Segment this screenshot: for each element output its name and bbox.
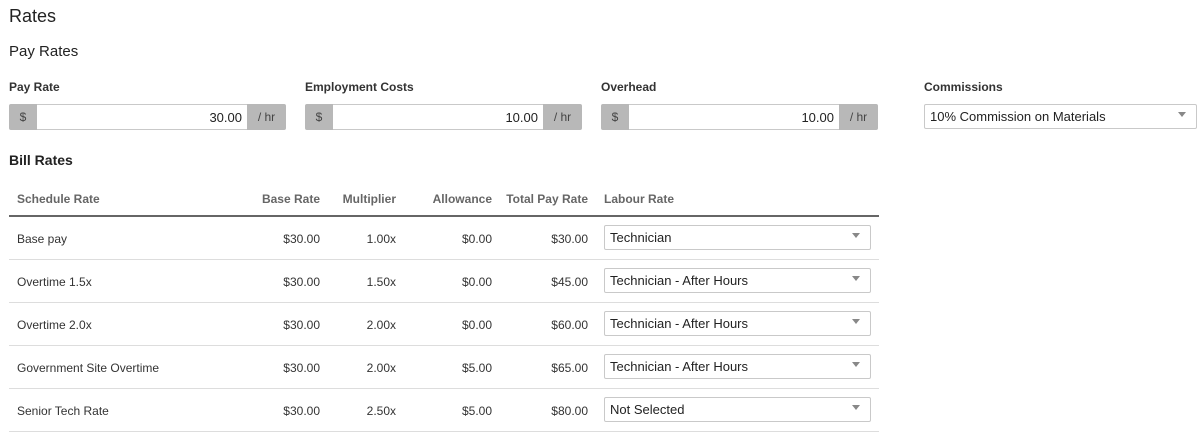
- chevron-down-icon: [852, 405, 860, 410]
- labour-rate-value: Technician - After Hours: [610, 273, 749, 288]
- multiplier-cell: 1.00x: [366, 232, 396, 246]
- employment-costs-input[interactable]: 10.00: [333, 104, 543, 130]
- chevron-down-icon: [852, 319, 860, 324]
- labour-rate-value: Technician - After Hours: [610, 316, 749, 331]
- per-hour-suffix: / hr: [839, 104, 878, 130]
- schedule-rate-cell: Overtime 1.5x: [17, 275, 92, 289]
- currency-prefix: $: [305, 104, 333, 130]
- overhead-label: Overhead: [601, 80, 657, 94]
- column-header-multiplier[interactable]: Multiplier: [343, 192, 396, 206]
- employment-costs-field: $ 10.00 / hr: [305, 104, 582, 130]
- chevron-down-icon: [852, 362, 860, 367]
- base-rate-cell: $30.00: [283, 232, 320, 246]
- overhead-input[interactable]: 10.00: [629, 104, 839, 130]
- currency-prefix: $: [9, 104, 37, 130]
- pay-rates-heading: Pay Rates: [9, 43, 79, 60]
- table-row: Overtime 2.0x $30.00 2.00x $0.00 $60.00 …: [9, 303, 879, 346]
- per-hour-suffix: / hr: [543, 104, 582, 130]
- chevron-down-icon: [1178, 112, 1186, 117]
- base-rate-cell: $30.00: [283, 404, 320, 418]
- allowance-cell: $5.00: [461, 361, 492, 375]
- commissions-selected-value: 10% Commission on Materials: [930, 109, 1106, 124]
- column-header-allowance[interactable]: Allowance: [433, 192, 492, 206]
- allowance-cell: $0.00: [461, 275, 492, 289]
- pay-rate-field: $ 30.00 / hr: [9, 104, 286, 130]
- schedule-rate-cell: Overtime 2.0x: [17, 318, 92, 332]
- table-row: Senior Tech Rate $30.00 2.50x $5.00 $80.…: [9, 389, 879, 432]
- table-row: Overtime 1.5x $30.00 1.50x $0.00 $45.00 …: [9, 260, 879, 303]
- base-rate-cell: $30.00: [283, 361, 320, 375]
- multiplier-cell: 2.50x: [366, 404, 396, 418]
- labour-rate-select[interactable]: Not Selected: [604, 397, 871, 422]
- employment-costs-label: Employment Costs: [305, 80, 414, 94]
- total-pay-rate-cell: $30.00: [551, 232, 588, 246]
- column-header-labour-rate[interactable]: Labour Rate: [604, 192, 674, 206]
- allowance-cell: $0.00: [461, 318, 492, 332]
- currency-prefix: $: [601, 104, 629, 130]
- table-row: Base pay $30.00 1.00x $0.00 $30.00 Techn…: [9, 217, 879, 260]
- labour-rate-select[interactable]: Technician: [604, 225, 871, 250]
- schedule-rate-cell: Senior Tech Rate: [17, 404, 109, 418]
- allowance-cell: $0.00: [461, 232, 492, 246]
- labour-rate-select[interactable]: Technician - After Hours: [604, 311, 871, 336]
- schedule-rate-cell: Base pay: [17, 232, 68, 246]
- per-hour-suffix: / hr: [247, 104, 286, 130]
- base-rate-cell: $30.00: [283, 275, 320, 289]
- labour-rate-value: Technician - After Hours: [610, 359, 749, 374]
- schedule-rate-cell: Government Site Overtime: [17, 361, 160, 375]
- column-header-schedule-rate[interactable]: Schedule Rate: [17, 192, 100, 206]
- chevron-down-icon: [852, 233, 860, 238]
- multiplier-cell: 2.00x: [366, 318, 396, 332]
- total-pay-rate-cell: $80.00: [551, 404, 588, 418]
- commissions-label: Commissions: [924, 80, 1003, 94]
- multiplier-cell: 1.50x: [366, 275, 396, 289]
- pay-rate-label: Pay Rate: [9, 80, 60, 94]
- column-header-base-rate[interactable]: Base Rate: [262, 192, 320, 206]
- bill-rates-table: Schedule Rate Base Rate Multiplier Allow…: [9, 183, 879, 432]
- commissions-select[interactable]: 10% Commission on Materials: [924, 104, 1197, 129]
- table-row: Government Site Overtime $30.00 2.00x $5…: [9, 346, 879, 389]
- labour-rate-value: Not Selected: [610, 402, 685, 417]
- labour-rate-select[interactable]: Technician - After Hours: [604, 354, 871, 379]
- allowance-cell: $5.00: [461, 404, 492, 418]
- page-title: Rates: [9, 6, 57, 26]
- labour-rate-value: Technician: [610, 230, 672, 245]
- total-pay-rate-cell: $60.00: [551, 318, 588, 332]
- total-pay-rate-cell: $65.00: [551, 361, 588, 375]
- table-header: Schedule Rate Base Rate Multiplier Allow…: [9, 183, 879, 217]
- base-rate-cell: $30.00: [283, 318, 320, 332]
- multiplier-cell: 2.00x: [366, 361, 396, 375]
- chevron-down-icon: [852, 276, 860, 281]
- pay-rate-input[interactable]: 30.00: [37, 104, 247, 130]
- column-header-total-pay-rate[interactable]: Total Pay Rate: [506, 192, 588, 206]
- total-pay-rate-cell: $45.00: [551, 275, 588, 289]
- overhead-field: $ 10.00 / hr: [601, 104, 878, 130]
- bill-rates-heading: Bill Rates: [9, 152, 73, 168]
- labour-rate-select[interactable]: Technician - After Hours: [604, 268, 871, 293]
